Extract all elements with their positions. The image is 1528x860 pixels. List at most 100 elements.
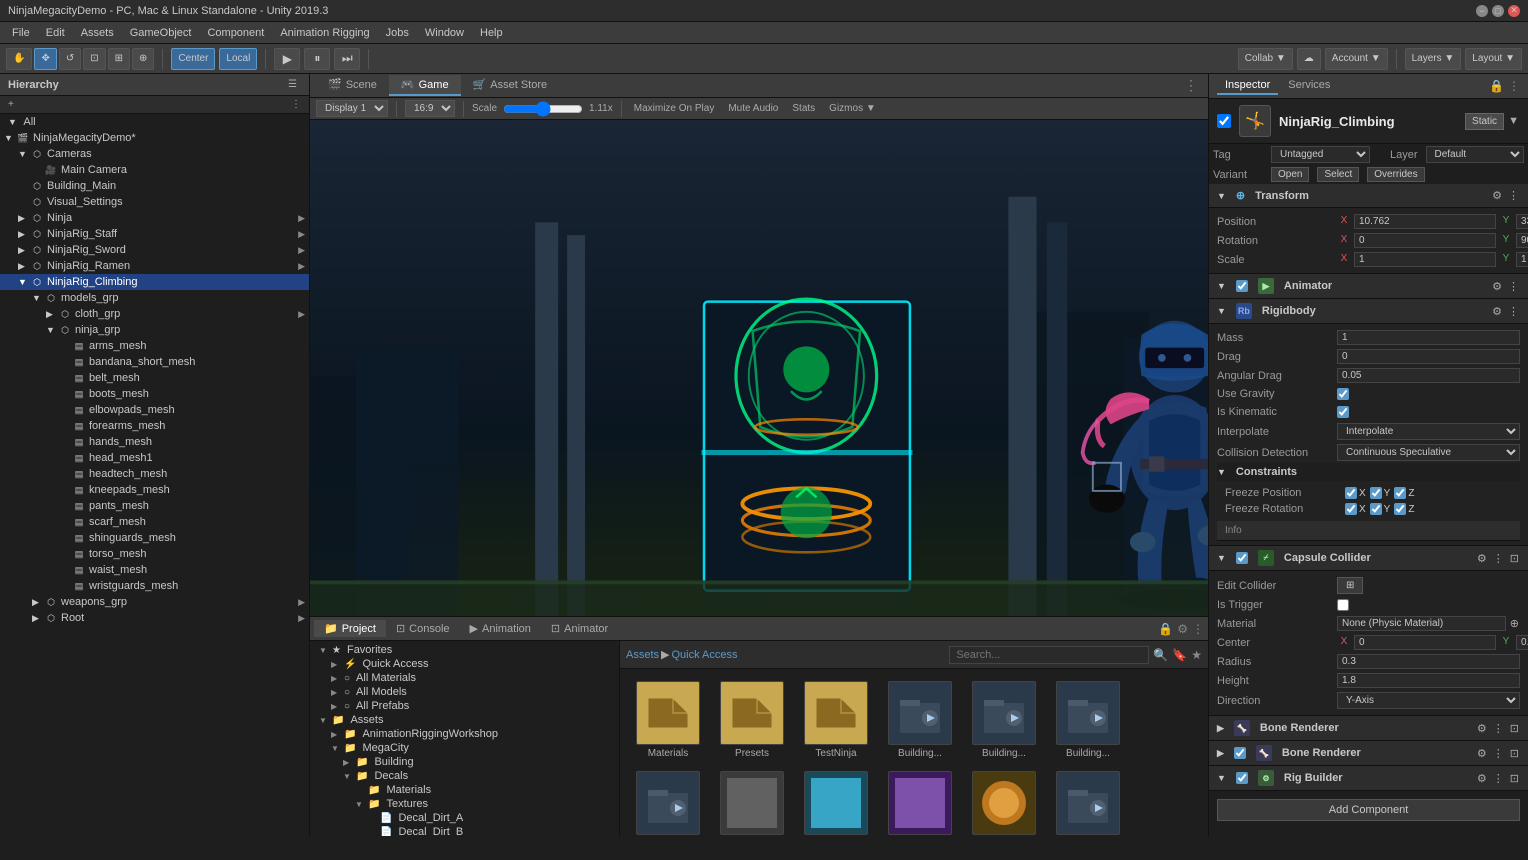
breadcrumb-root[interactable]: Assets xyxy=(626,649,659,661)
angular-drag-input[interactable] xyxy=(1337,368,1520,383)
capsule-menu-icon[interactable]: ⋮ xyxy=(1492,551,1505,566)
project-tree-item-decal-dirt-b[interactable]: 📄Decal_Dirt_B xyxy=(312,825,617,836)
hierarchy-item-pants-mesh[interactable]: ▤pants_mesh xyxy=(0,498,309,514)
menu-item-jobs[interactable]: Jobs xyxy=(378,25,417,41)
tab-scene[interactable]: 🎬 Scene xyxy=(316,75,389,96)
animator-enabled-checkbox[interactable] xyxy=(1236,280,1248,292)
project-tree-item-decal-dirt-a[interactable]: 📄Decal_Dirt_A xyxy=(312,811,617,825)
mass-input[interactable] xyxy=(1337,330,1520,345)
tab-animation[interactable]: ▶ Animation xyxy=(460,620,541,637)
menu-item-assets[interactable]: Assets xyxy=(73,25,122,41)
freeze-rot-y-checkbox[interactable] xyxy=(1370,503,1382,515)
tab-console[interactable]: ⊡ Console xyxy=(386,620,460,637)
asset-item-3[interactable]: Building... xyxy=(880,677,960,763)
project-tree-item-quick-access[interactable]: ▶⚡Quick Access xyxy=(312,657,617,671)
use-gravity-checkbox[interactable] xyxy=(1337,388,1349,400)
asset-item-10[interactable]: Ground... xyxy=(964,767,1044,836)
layout-button[interactable]: Layout ▼ xyxy=(1465,48,1522,70)
tab-project[interactable]: 📁 Project xyxy=(314,620,386,637)
hierarchy-menu-button[interactable]: ☰ xyxy=(284,78,301,91)
freeze-pos-y-checkbox[interactable] xyxy=(1370,487,1382,499)
hierarchy-item-torso-mesh[interactable]: ▤torso_mesh xyxy=(0,546,309,562)
assets-search-input[interactable] xyxy=(949,646,1149,664)
pos-x-input[interactable] xyxy=(1354,214,1496,229)
direction-select[interactable]: Y-Axis xyxy=(1337,692,1520,709)
constraints-header[interactable]: ▼ Constraints xyxy=(1217,463,1520,481)
mute-audio-button[interactable]: Mute Audio xyxy=(724,102,782,115)
bottom-lock-icon[interactable]: 🔒 xyxy=(1158,622,1173,636)
maximize-on-play-button[interactable]: Maximize On Play xyxy=(630,102,719,115)
bone-renderer1-scroll-icon[interactable]: ⊡ xyxy=(1509,721,1520,736)
space-local-button[interactable]: Local xyxy=(219,48,257,70)
rotate-tool[interactable]: ↺ xyxy=(59,48,81,70)
project-tree-item-textures[interactable]: ▼📁Textures xyxy=(312,797,617,811)
animator-component-header[interactable]: ▼ ▶ Animator ⚙ ⋮ xyxy=(1209,274,1528,299)
menu-item-edit[interactable]: Edit xyxy=(38,25,73,41)
center-x-input[interactable] xyxy=(1354,635,1496,650)
tag-select[interactable]: Untagged xyxy=(1271,146,1370,163)
static-dropdown-button[interactable]: ▼ xyxy=(1507,114,1520,128)
hierarchy-item-models-grp[interactable]: ▼⬡models_grp xyxy=(0,290,309,306)
animator-menu-icon[interactable]: ⋮ xyxy=(1507,279,1520,294)
scale-tool[interactable]: ⊡ xyxy=(83,48,105,70)
project-tree-item-decals[interactable]: ▼📁Decals xyxy=(312,769,617,783)
project-tree-item-all-prefabs[interactable]: ▶○All Prefabs xyxy=(312,699,617,713)
pause-button[interactable]: ⏸ xyxy=(304,48,330,70)
maximize-button[interactable]: □ xyxy=(1492,5,1504,17)
cloud-button[interactable]: ☁ xyxy=(1297,48,1321,70)
hierarchy-item-ninjamegacitydemo-[interactable]: ▼🎬NinjaMegacityDemo* xyxy=(0,130,309,146)
hierarchy-item-ninjarig-climbing[interactable]: ▼⬡NinjaRig_Climbing xyxy=(0,274,309,290)
rigidbody-component-header[interactable]: ▼ Rb Rigidbody ⚙ ⋮ xyxy=(1209,299,1528,324)
asset-item-1[interactable]: Presets xyxy=(712,677,792,763)
hierarchy-item-headtech-mesh[interactable]: ▤headtech_mesh xyxy=(0,466,309,482)
freeze-pos-z-checkbox[interactable] xyxy=(1394,487,1406,499)
menu-item-gameobject[interactable]: GameObject xyxy=(122,25,200,41)
tab-asset-store[interactable]: 🛒 Asset Store xyxy=(461,75,560,96)
rig-builder-enabled-checkbox[interactable] xyxy=(1236,772,1248,784)
collab-button[interactable]: Collab ▼ xyxy=(1238,48,1293,70)
bone-renderer2-enabled-checkbox[interactable] xyxy=(1234,747,1246,759)
tab-services[interactable]: Services xyxy=(1280,77,1338,95)
hierarchy-item-main-camera[interactable]: 🎥Main Camera xyxy=(0,162,309,178)
hierarchy-item-wristguards-mesh[interactable]: ▤wristguards_mesh xyxy=(0,578,309,594)
aspect-select[interactable]: 16:9 xyxy=(405,100,455,117)
is-trigger-checkbox[interactable] xyxy=(1337,599,1349,611)
hierarchy-item-arms-mesh[interactable]: ▤arms_mesh xyxy=(0,338,309,354)
hier-options-button[interactable]: ⋮ xyxy=(287,98,305,111)
hierarchy-item-building-main[interactable]: ⬡Building_Main xyxy=(0,178,309,194)
static-label[interactable]: Static xyxy=(1465,113,1504,130)
hierarchy-item-ninjarig-sword[interactable]: ▶⬡NinjaRig_Sword▶ xyxy=(0,242,309,258)
asset-item-2[interactable]: TestNinja xyxy=(796,677,876,763)
bone-renderer2-menu-icon[interactable]: ⋮ xyxy=(1492,746,1505,761)
rig-builder-scroll-icon[interactable]: ⊡ xyxy=(1509,771,1520,786)
step-button[interactable]: ⏭ xyxy=(334,48,360,70)
transform-component-header[interactable]: ▼ ⊕ Transform ⚙ ⋮ xyxy=(1209,184,1528,208)
hier-add-button[interactable]: + xyxy=(4,98,18,111)
animator-settings-icon[interactable]: ⚙ xyxy=(1491,279,1503,294)
asset-item-0[interactable]: Materials xyxy=(628,677,708,763)
center-y-input[interactable] xyxy=(1516,635,1528,650)
inspector-lock-icon[interactable]: 🔒 xyxy=(1489,79,1504,93)
hierarchy-item-cloth-grp[interactable]: ▶⬡cloth_grp▶ xyxy=(0,306,309,322)
freeze-rot-z-checkbox[interactable] xyxy=(1394,503,1406,515)
hierarchy-item-bandana-short-mesh[interactable]: ▤bandana_short_mesh xyxy=(0,354,309,370)
hand-tool[interactable]: ✋ xyxy=(6,48,32,70)
hierarchy-item-ninjarig-staff[interactable]: ▶⬡NinjaRig_Staff▶ xyxy=(0,226,309,242)
rig-builder-header[interactable]: ▼ ⚙ Rig Builder ⚙ ⋮ ⊡ xyxy=(1209,766,1528,791)
tab-game[interactable]: 🎮 Game xyxy=(389,75,461,96)
menu-item-file[interactable]: File xyxy=(4,25,38,41)
edit-collider-button[interactable]: ⊞ xyxy=(1337,577,1363,594)
rot-x-input[interactable] xyxy=(1354,233,1496,248)
is-kinematic-checkbox[interactable] xyxy=(1337,406,1349,418)
bone-renderer2-header[interactable]: ▶ 🦴 Bone Renderer ⚙ ⋮ ⊡ xyxy=(1209,741,1528,766)
project-tree-item-megacity[interactable]: ▼📁MegaCity xyxy=(312,741,617,755)
hierarchy-item-boots-mesh[interactable]: ▤boots_mesh xyxy=(0,386,309,402)
scale-slider[interactable] xyxy=(503,101,583,117)
assets-star-icon[interactable]: ★ xyxy=(1191,648,1202,662)
project-tree-item-all-models[interactable]: ▶○All Models xyxy=(312,685,617,699)
breadcrumb-current[interactable]: Quick Access xyxy=(671,649,737,661)
hierarchy-all-row[interactable]: ▼ All xyxy=(0,114,309,130)
transform-settings-icon[interactable]: ⚙ xyxy=(1491,188,1503,203)
play-button[interactable]: ▶ xyxy=(274,48,300,70)
asset-item-11[interactable]: Lighting... xyxy=(1048,767,1128,836)
